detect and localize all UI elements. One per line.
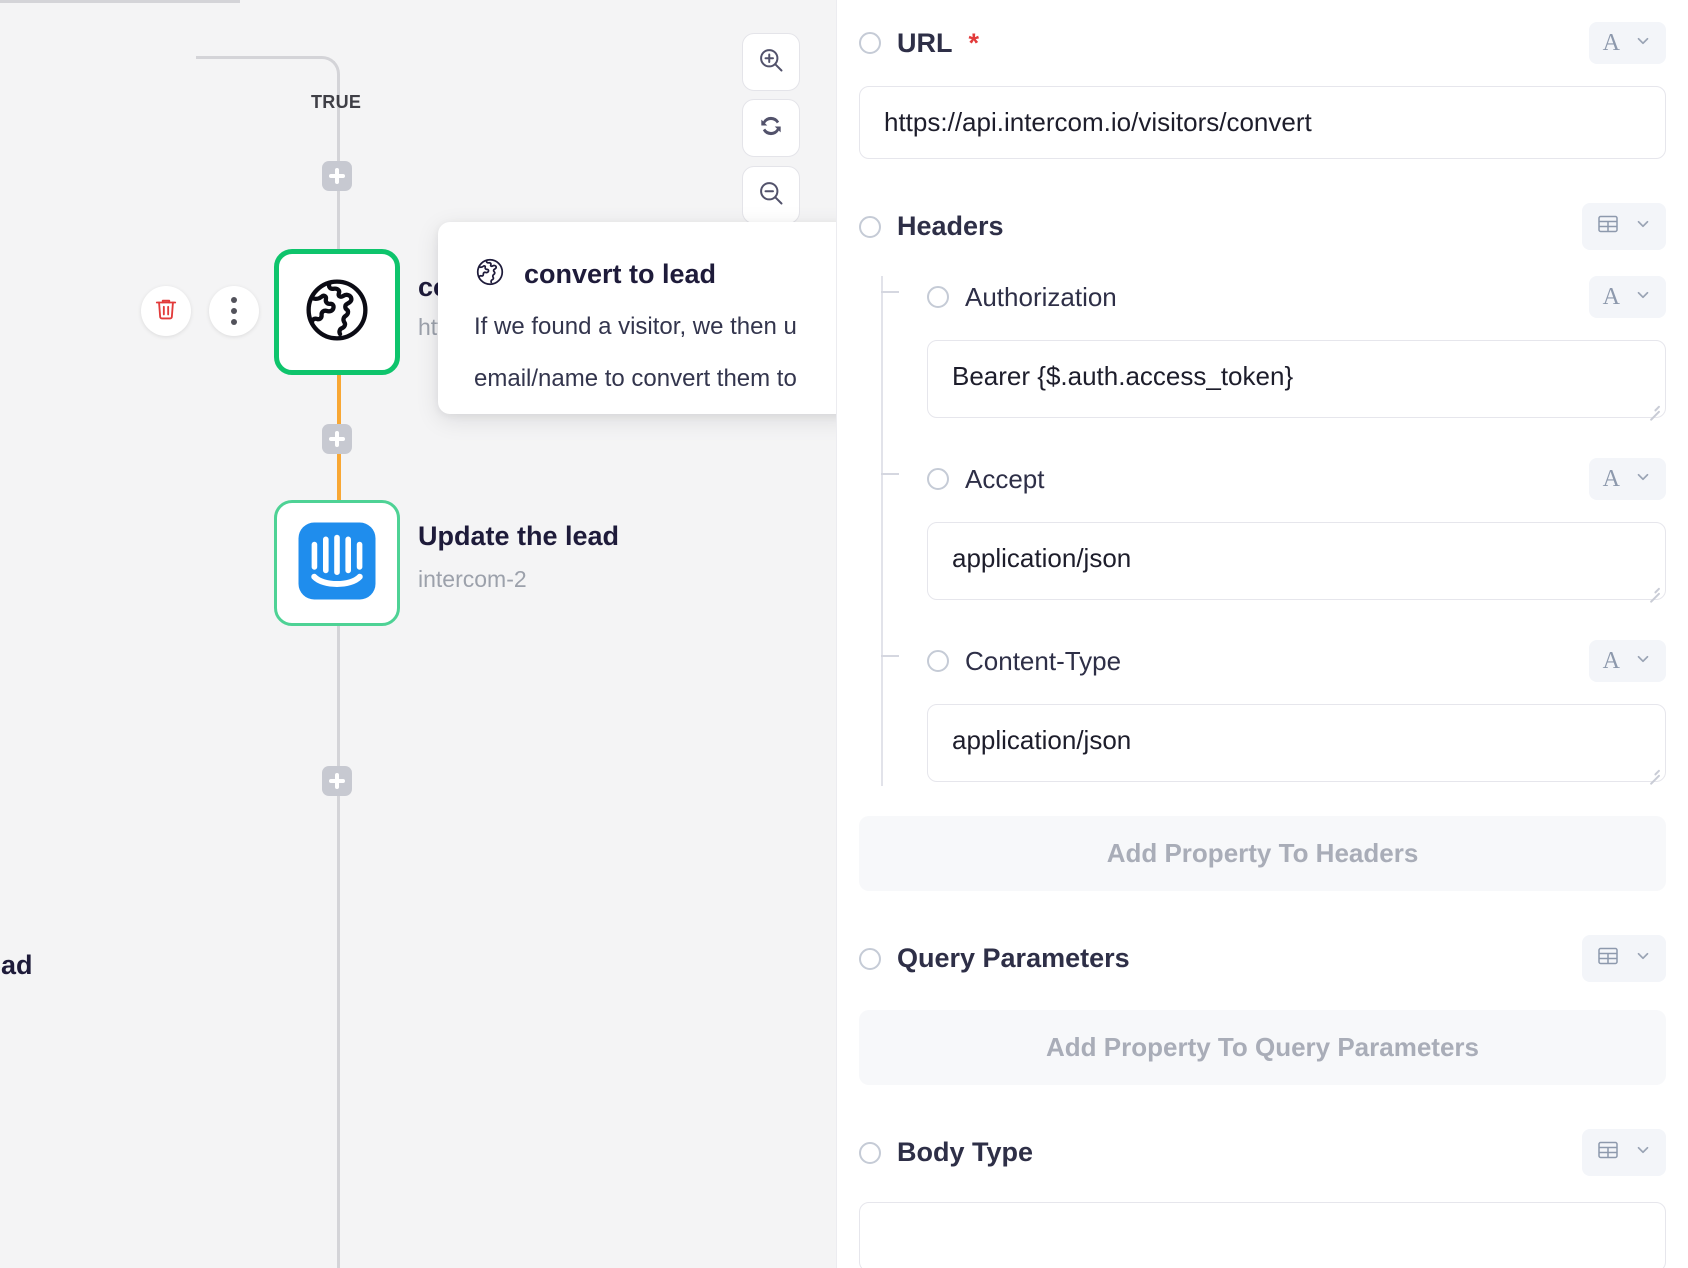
node-title: Update the lead <box>418 521 619 552</box>
text-type-icon: A <box>1603 467 1620 491</box>
authorization-value-textarea[interactable]: Bearer {$.auth.access_token} <box>927 340 1666 418</box>
accept-toggle-radio[interactable] <box>927 468 949 490</box>
table-type-icon <box>1596 212 1620 241</box>
branch-label-true: TRUE <box>311 92 361 113</box>
body-type-input[interactable] <box>859 1202 1666 1268</box>
reset-view-button[interactable] <box>742 99 800 157</box>
header-item-content-type: Content-Type A application/json <box>873 640 1666 782</box>
header-item-authorization: Authorization A Bearer {$.auth.access_to… <box>873 276 1666 418</box>
required-asterisk: * <box>969 28 980 59</box>
authorization-type-selector[interactable]: A <box>1589 276 1666 318</box>
url-type-selector[interactable]: A <box>1589 22 1666 64</box>
body-type-toggle-radio[interactable] <box>859 1142 881 1164</box>
url-toggle-radio[interactable] <box>859 32 881 54</box>
chevron-down-icon <box>1634 1141 1652 1164</box>
refresh-icon <box>757 112 785 145</box>
field-label-accept: Accept <box>927 464 1045 495</box>
tree-connector <box>881 655 899 657</box>
content-type-toggle-radio[interactable] <box>927 650 949 672</box>
text-type-icon: A <box>1603 31 1620 55</box>
text-type-icon: A <box>1603 649 1620 673</box>
field-label-query-parameters: Query Parameters <box>859 943 1130 974</box>
query-parameters-label-text: Query Parameters <box>897 943 1130 974</box>
globe-icon <box>474 256 506 293</box>
node-title-partial: ead <box>0 950 33 981</box>
zoom-out-button[interactable] <box>742 166 800 224</box>
accept-type-selector[interactable]: A <box>1589 458 1666 500</box>
authorization-toggle-radio[interactable] <box>927 286 949 308</box>
edge-vertical-3 <box>337 622 340 1268</box>
node-more-options-button[interactable] <box>209 286 259 336</box>
workflow-node-update-the-lead[interactable] <box>274 500 400 626</box>
tree-connector <box>881 473 899 475</box>
headers-toggle-radio[interactable] <box>859 216 881 238</box>
field-label-headers: Headers <box>859 211 1004 242</box>
field-label-authorization: Authorization <box>927 282 1117 313</box>
field-label-content-type: Content-Type <box>927 646 1121 677</box>
node-subtitle: intercom-2 <box>418 566 527 593</box>
chevron-down-icon <box>1634 215 1652 238</box>
chevron-down-icon <box>1634 947 1652 970</box>
tooltip-description-line-1: If we found a visitor, we then u <box>474 309 836 345</box>
table-type-icon <box>1596 944 1620 973</box>
tooltip-title: convert to lead <box>524 259 716 290</box>
chevron-down-icon <box>1634 650 1652 673</box>
resize-handle-icon[interactable] <box>1646 580 1660 594</box>
headers-type-selector[interactable] <box>1582 203 1666 250</box>
headers-label-text: Headers <box>897 211 1004 242</box>
more-vertical-icon <box>231 295 237 328</box>
zoom-in-button[interactable] <box>742 33 800 91</box>
table-type-icon <box>1596 1138 1620 1167</box>
workflow-canvas[interactable]: TRUE convert to lead http <box>0 0 836 1268</box>
node-tooltip: convert to lead If we found a visitor, w… <box>438 222 836 414</box>
headers-tree: Authorization A Bearer {$.auth.access_to… <box>873 276 1666 786</box>
text-type-icon: A <box>1603 285 1620 309</box>
query-parameters-toggle-radio[interactable] <box>859 948 881 970</box>
content-type-label-text: Content-Type <box>965 646 1121 677</box>
field-label-url: URL * <box>859 28 979 59</box>
add-step-button[interactable] <box>322 766 352 796</box>
resize-handle-icon[interactable] <box>1646 398 1660 412</box>
url-input[interactable]: https://api.intercom.io/visitors/convert <box>859 86 1666 159</box>
zoom-out-icon <box>757 179 785 212</box>
add-property-to-headers-button[interactable]: Add Property To Headers <box>859 816 1666 891</box>
add-property-to-query-parameters-button[interactable]: Add Property To Query Parameters <box>859 1010 1666 1085</box>
properties-panel[interactable]: URL * A https://api.intercom.io/visitors/… <box>836 0 1688 1268</box>
field-label-body-type: Body Type <box>859 1137 1033 1168</box>
globe-icon <box>300 273 374 352</box>
trash-icon <box>153 296 179 327</box>
header-item-accept: Accept A application/json <box>873 458 1666 600</box>
resize-handle-icon[interactable] <box>1646 762 1660 776</box>
chevron-down-icon <box>1634 286 1652 309</box>
authorization-label-text: Authorization <box>965 282 1117 313</box>
delete-node-button[interactable] <box>141 286 191 336</box>
body-type-label-text: Body Type <box>897 1137 1033 1168</box>
intercom-icon <box>295 519 379 608</box>
workflow-node-convert-to-lead[interactable] <box>274 249 400 375</box>
chevron-down-icon <box>1634 32 1652 55</box>
tree-connector <box>881 291 899 293</box>
accept-value-textarea[interactable]: application/json <box>927 522 1666 600</box>
query-parameters-type-selector[interactable] <box>1582 935 1666 982</box>
tooltip-description-line-2: email/name to convert them to <box>474 361 836 397</box>
accept-label-text: Accept <box>965 464 1045 495</box>
content-type-type-selector[interactable]: A <box>1589 640 1666 682</box>
body-type-type-selector[interactable] <box>1582 1129 1666 1176</box>
content-type-value-textarea[interactable]: application/json <box>927 704 1666 782</box>
add-step-button[interactable] <box>322 424 352 454</box>
chevron-down-icon <box>1634 468 1652 491</box>
zoom-in-icon <box>757 46 785 79</box>
url-label-text: URL <box>897 28 953 59</box>
add-step-button[interactable] <box>322 161 352 191</box>
edge-top <box>0 0 240 3</box>
